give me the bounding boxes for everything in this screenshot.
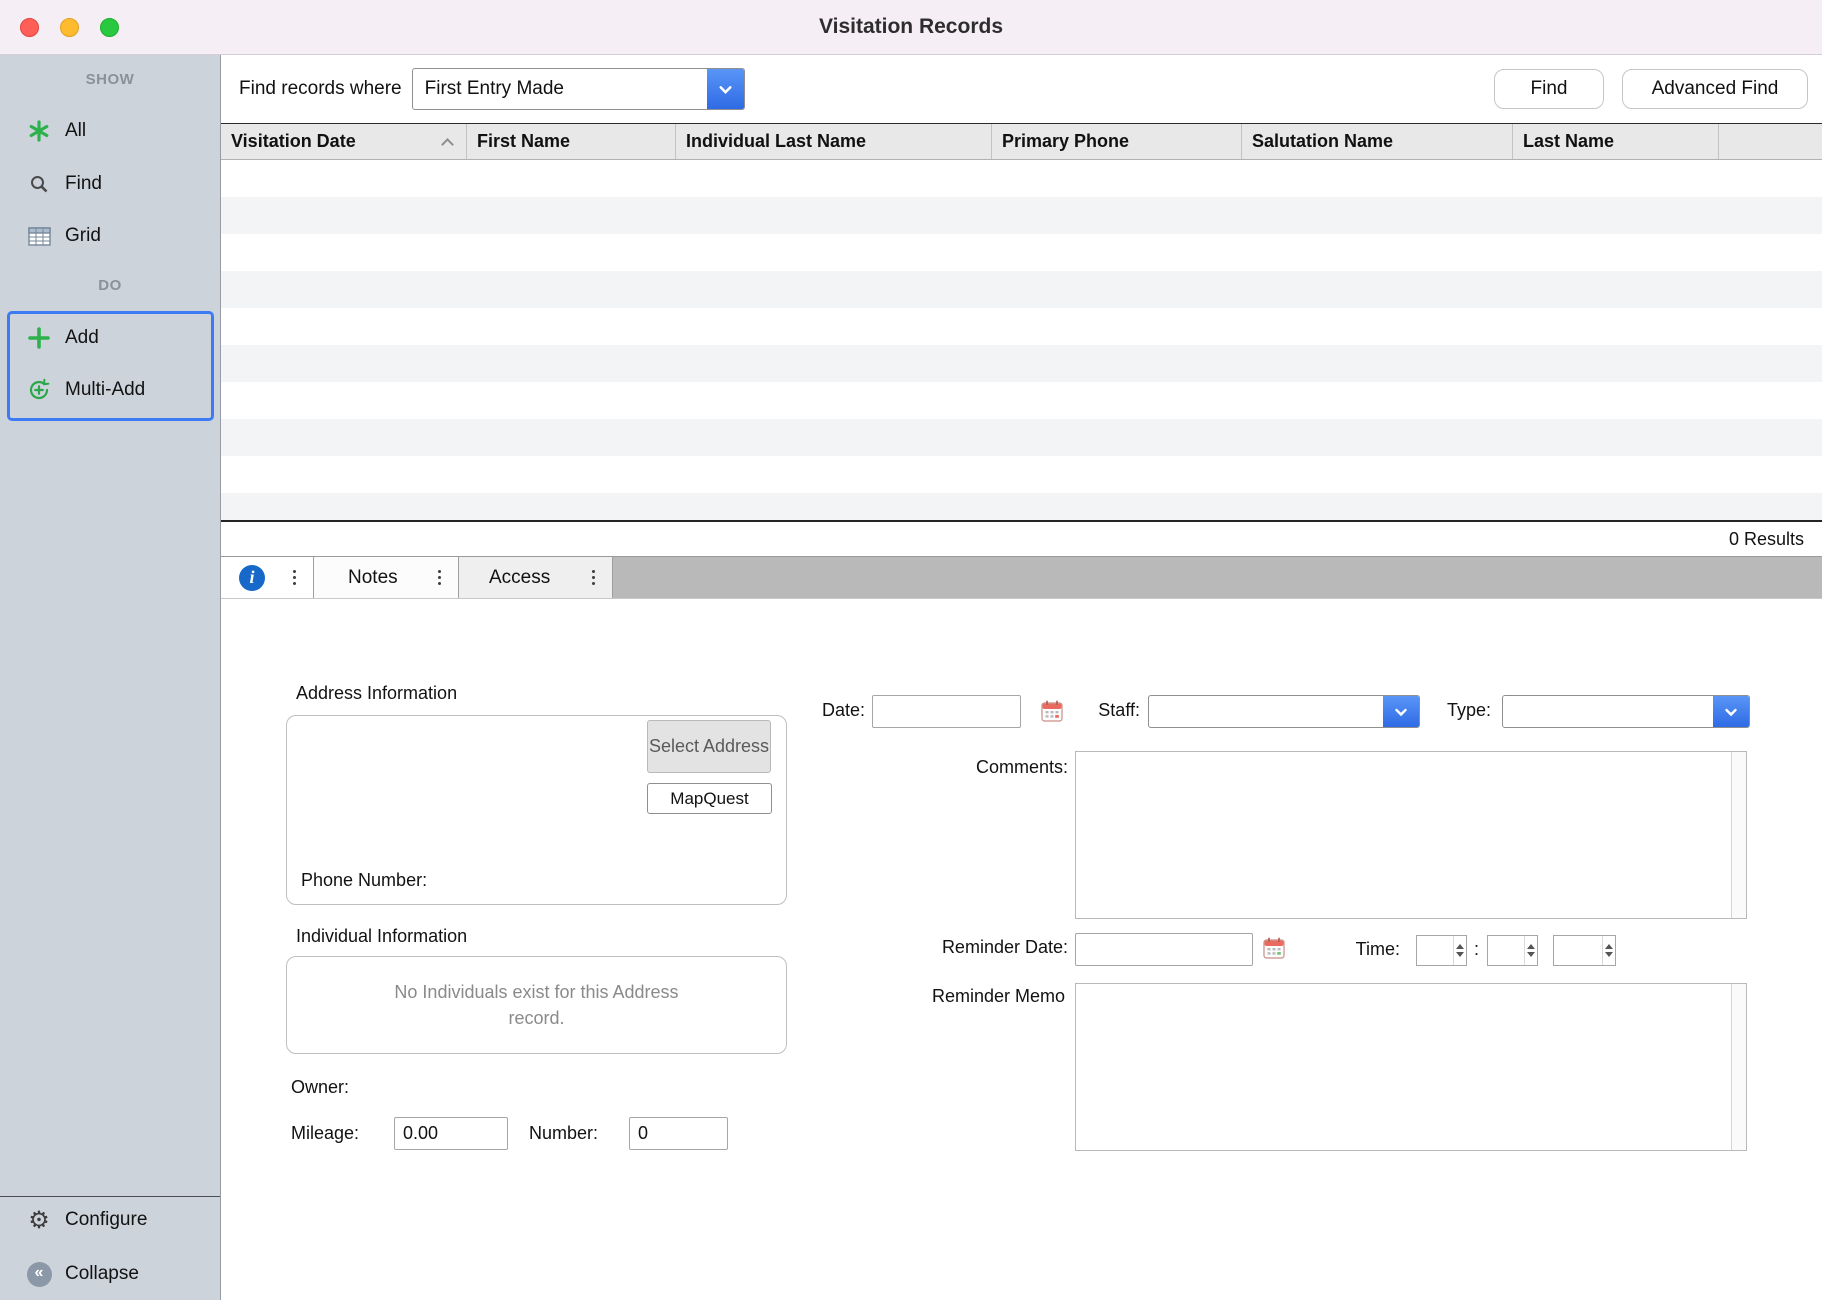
sidebar-item-label: Add — [65, 327, 99, 349]
info-icon: i — [239, 565, 265, 591]
owner-label: Owner: — [291, 1077, 349, 1098]
date-input[interactable] — [872, 695, 1021, 728]
comments-label: Comments: — [918, 757, 1068, 778]
sidebar-item-grid[interactable]: Grid — [0, 214, 220, 258]
phone-number-label: Phone Number: — [301, 870, 427, 891]
type-select[interactable] — [1502, 695, 1750, 728]
tab-menu-icon[interactable] — [290, 566, 299, 589]
find-where-value: First Entry Made — [413, 69, 744, 109]
reminder-memo-textarea[interactable] — [1075, 983, 1747, 1151]
sidebar-item-add[interactable]: Add — [0, 316, 220, 360]
results-bar: 0 Results — [221, 522, 1822, 556]
app-window: Visitation Records SHOW All Find — [0, 0, 1822, 1300]
sidebar-item-collapse[interactable]: « Collapse — [0, 1252, 220, 1296]
window-title: Visitation Records — [819, 15, 1003, 39]
sidebar-item-label: Configure — [65, 1209, 147, 1231]
collapse-icon: « — [26, 1261, 52, 1287]
time-hour-spinner[interactable] — [1416, 935, 1467, 966]
multi-add-icon — [26, 377, 52, 403]
tab-access[interactable]: Access — [459, 557, 613, 598]
column-header-primary-phone[interactable]: Primary Phone — [992, 124, 1242, 159]
window-controls — [20, 0, 119, 54]
column-header-salutation-name[interactable]: Salutation Name — [1242, 124, 1513, 159]
address-section-label: Address Information — [296, 683, 457, 704]
sidebar: SHOW All Find Grid DO — [0, 55, 221, 1300]
mileage-label: Mileage: — [291, 1123, 359, 1144]
sidebar-item-label: Multi-Add — [65, 379, 145, 401]
sidebar-item-label: All — [65, 120, 86, 142]
tab-notes[interactable]: Notes — [314, 557, 459, 598]
sidebar-item-label: Collapse — [65, 1263, 139, 1285]
reminder-memo-label: Reminder Memo — [865, 986, 1065, 1007]
find-button[interactable]: Find — [1494, 69, 1604, 109]
sidebar-item-find[interactable]: Find — [0, 162, 220, 206]
select-address-button[interactable]: Select Address — [647, 720, 771, 773]
time-ampm-spinner[interactable] — [1553, 935, 1616, 966]
column-header-empty — [1719, 124, 1822, 159]
sidebar-item-label: Find — [65, 173, 102, 195]
tab-menu-icon[interactable] — [589, 566, 598, 589]
type-label: Type: — [1391, 700, 1491, 721]
reminder-date-input[interactable] — [1075, 933, 1253, 966]
column-header-visitation-date[interactable]: Visitation Date — [221, 124, 467, 159]
column-header-last-name[interactable]: Last Name — [1513, 124, 1719, 159]
table-header: Visitation Date First Name Individual La… — [221, 123, 1822, 160]
no-individuals-message: No Individuals exist for this Address re… — [382, 979, 692, 1031]
tab-strip-filler — [613, 557, 1822, 598]
sidebar-item-configure[interactable]: ⚙ Configure — [0, 1198, 220, 1242]
stepper-arrows-icon[interactable] — [1602, 936, 1615, 965]
reminder-date-label: Reminder Date: — [868, 937, 1068, 958]
tab-menu-icon[interactable] — [435, 566, 444, 589]
tab-info[interactable]: i — [221, 557, 314, 598]
time-minute-spinner[interactable] — [1487, 935, 1538, 966]
calendar-icon[interactable] — [1261, 935, 1287, 966]
time-label: Time: — [1300, 939, 1400, 960]
results-count: 0 Results — [1729, 529, 1804, 550]
mapquest-button[interactable]: MapQuest — [647, 783, 772, 814]
zoom-button[interactable] — [100, 18, 119, 37]
scrollbar-track[interactable] — [1731, 984, 1746, 1150]
scrollbar-track[interactable] — [1731, 752, 1746, 918]
grid-icon — [26, 223, 52, 249]
find-where-label: Find records where — [239, 78, 402, 100]
column-header-individual-last-name[interactable]: Individual Last Name — [676, 124, 992, 159]
sidebar-item-label: Grid — [65, 225, 101, 247]
sidebar-item-all[interactable]: All — [0, 109, 220, 153]
column-header-first-name[interactable]: First Name — [467, 124, 676, 159]
staff-select[interactable] — [1148, 695, 1420, 728]
number-label: Number: — [529, 1123, 598, 1144]
stepper-arrows-icon[interactable] — [1453, 936, 1466, 965]
sort-asc-icon — [441, 138, 454, 151]
sidebar-section-show: SHOW — [0, 71, 220, 88]
record-list-empty — [221, 160, 1822, 522]
time-separator: : — [1474, 939, 1479, 960]
stepper-arrows-icon[interactable] — [1524, 936, 1537, 965]
individual-section-label: Individual Information — [296, 926, 467, 947]
minimize-button[interactable] — [60, 18, 79, 37]
sidebar-item-multi-add[interactable]: Multi-Add — [0, 368, 220, 412]
number-input[interactable] — [629, 1117, 728, 1150]
plus-icon — [26, 325, 52, 351]
comments-textarea[interactable] — [1075, 751, 1747, 919]
asterisk-icon — [26, 118, 52, 144]
sidebar-section-do: DO — [0, 277, 220, 294]
mileage-input[interactable] — [394, 1117, 508, 1150]
sidebar-divider — [0, 1196, 220, 1197]
tab-strip: i Notes Access — [221, 556, 1822, 599]
title-bar: Visitation Records — [0, 0, 1822, 55]
individual-info-box: No Individuals exist for this Address re… — [286, 956, 787, 1054]
close-button[interactable] — [20, 18, 39, 37]
chevron-down-icon[interactable] — [707, 69, 744, 109]
search-icon — [26, 171, 52, 197]
gear-icon: ⚙ — [26, 1207, 52, 1233]
chevron-down-icon[interactable] — [1713, 696, 1749, 727]
detail-form: Address Information Select Address MapQu… — [221, 599, 1822, 1300]
find-where-select[interactable]: First Entry Made — [412, 68, 745, 110]
find-bar: Find records where First Entry Made Find… — [221, 55, 1822, 123]
advanced-find-button[interactable]: Advanced Find — [1622, 69, 1808, 109]
staff-label: Staff: — [1040, 700, 1140, 721]
date-label: Date: — [765, 700, 865, 721]
